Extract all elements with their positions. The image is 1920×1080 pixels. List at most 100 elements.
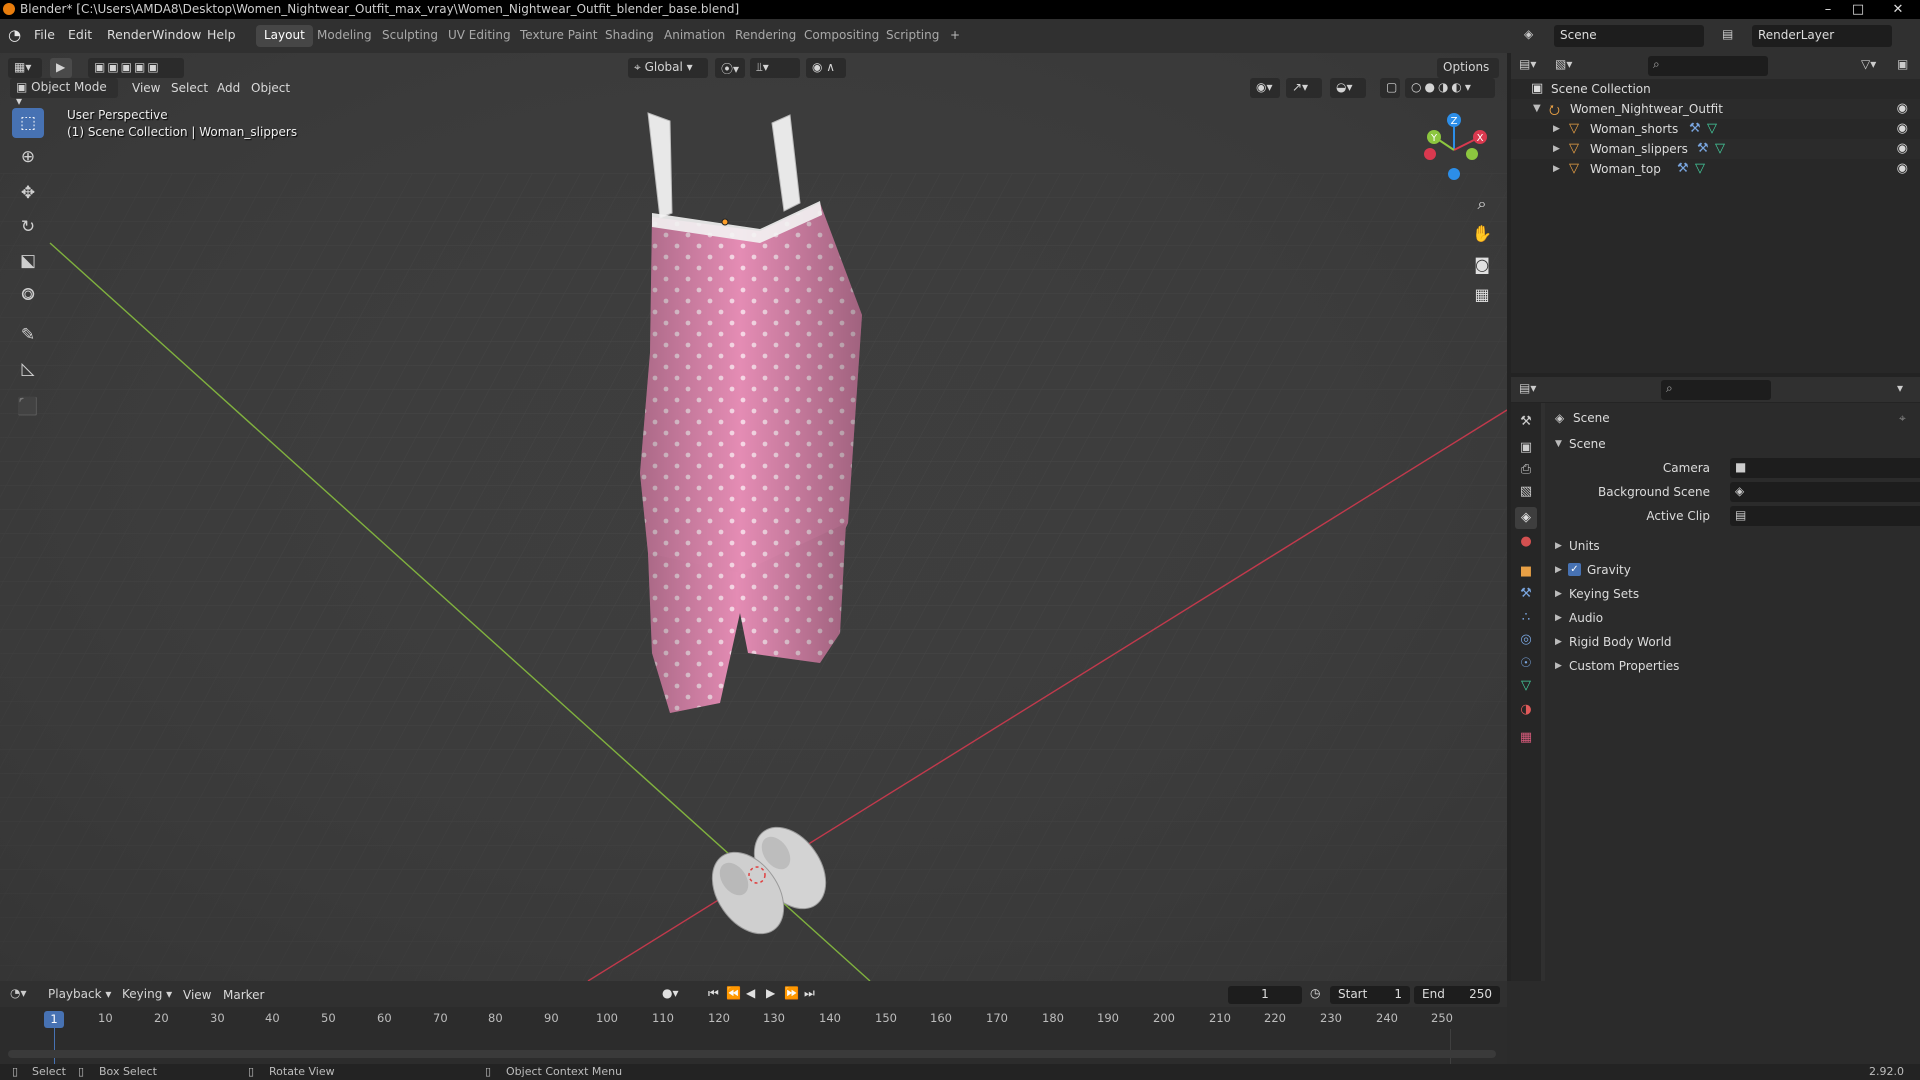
data-tab-icon[interactable]: ▽: [1515, 675, 1537, 697]
editor-type-button[interactable]: ▦▾: [8, 58, 42, 78]
gizmo-toggle-icon[interactable]: ↗▾: [1286, 78, 1322, 98]
rotate-tool-icon[interactable]: ↻: [12, 212, 44, 242]
viewport-menu-view[interactable]: View: [132, 81, 160, 95]
keying-menu[interactable]: Keying ▾: [116, 985, 179, 1005]
outliner-row-object[interactable]: ▶ ▽ Woman_slippers ⚒ ▽ ◉: [1511, 139, 1920, 159]
menu-file[interactable]: File: [34, 27, 55, 42]
play-reverse-icon[interactable]: ◀: [746, 986, 755, 1000]
scale-tool-icon[interactable]: ⬕: [12, 246, 44, 276]
outliner-row-object[interactable]: ▶ ▽ Woman_top ⚒ ▽ ◉: [1511, 159, 1920, 179]
selection-mode-icons[interactable]: ▣▣▣▣▣: [88, 58, 184, 78]
expand-arrow-icon[interactable]: ▶: [1553, 124, 1560, 134]
transform-orientation-dropdown[interactable]: ⌖ Global ▾: [628, 58, 708, 78]
view-layer-tab-icon[interactable]: ▧: [1515, 481, 1537, 503]
outliner-row-collection[interactable]: ▼ ⭮ Women_Nightwear_Outfit ◉: [1511, 99, 1920, 119]
options-dropdown[interactable]: Options ▾: [1437, 58, 1499, 88]
annotate-tool-icon[interactable]: ✎: [12, 320, 44, 350]
modifier-wrench-icon[interactable]: ⚒: [1677, 161, 1689, 176]
play-icon[interactable]: ▶: [766, 986, 775, 1000]
menu-window[interactable]: Window: [152, 27, 201, 42]
tab-layout[interactable]: Layout: [256, 25, 313, 47]
camera-field[interactable]: ■ ✎: [1730, 458, 1920, 478]
viewport-menu-select[interactable]: Select: [171, 81, 208, 95]
section-audio[interactable]: ▶ Audio: [1547, 607, 1918, 629]
expand-arrow-icon[interactable]: ▶: [1553, 164, 1560, 174]
proportional-edit-icon[interactable]: ◉ ∧: [806, 58, 846, 78]
overlays-toggle-icon[interactable]: ◒▾: [1330, 78, 1366, 98]
pivot-point-icon[interactable]: ⦿▾: [715, 58, 745, 78]
marker-menu[interactable]: Marker: [223, 988, 264, 1002]
tab-animation[interactable]: Animation: [656, 25, 733, 47]
jump-end-icon[interactable]: ⏭: [804, 986, 815, 1001]
mesh-data-icon[interactable]: ▽: [1715, 141, 1725, 156]
menu-edit[interactable]: Edit: [68, 27, 92, 42]
viewport-canvas[interactable]: [0, 53, 1507, 981]
section-keying-sets[interactable]: ▶ Keying Sets: [1547, 583, 1918, 605]
timeline-editor[interactable]: ◔▾ Playback ▾ Keying ▾ View Marker ●▾ ⏮ …: [0, 981, 1507, 1064]
playback-menu[interactable]: Playback ▾: [42, 985, 118, 1005]
tab-sculpting[interactable]: Sculpting: [374, 25, 446, 47]
current-frame-field[interactable]: 1: [1228, 986, 1302, 1004]
outliner-editor-type-icon[interactable]: ▤▾: [1519, 57, 1536, 71]
section-units[interactable]: ▶ Units: [1547, 535, 1918, 557]
render-layer-icon[interactable]: ▤: [1722, 27, 1733, 41]
object-mode-dropdown[interactable]: ▣ Object Mode ▾: [10, 78, 118, 108]
gravity-checkbox[interactable]: ✓: [1568, 563, 1581, 576]
jump-start-icon[interactable]: ⏮: [708, 986, 719, 1001]
perspective-grid-icon[interactable]: ▦: [1468, 281, 1496, 309]
3d-viewport[interactable]: ▦▾ ▶ ▣▣▣▣▣ ⌖ Global ▾ ⦿▾ ⫫▾ ◉ ∧ Options …: [0, 53, 1507, 981]
tab-compositing[interactable]: Compositing: [796, 25, 887, 47]
tab-shading[interactable]: Shading: [597, 25, 662, 47]
modifier-wrench-icon[interactable]: ⚒: [1689, 121, 1701, 136]
expand-arrow-icon[interactable]: ▶: [1553, 144, 1560, 154]
measure-tool-icon[interactable]: ◺: [12, 354, 44, 384]
blender-logo-icon[interactable]: ◔: [8, 26, 26, 44]
expand-arrow-icon[interactable]: ▼: [1533, 103, 1541, 114]
timeline-view-menu[interactable]: View: [183, 988, 211, 1002]
close-window-button[interactable]: ✕: [1880, 0, 1916, 19]
texture-tab-icon[interactable]: ▦: [1515, 727, 1537, 749]
minimize-button[interactable]: –: [1815, 0, 1841, 19]
timeline-ruler[interactable]: 10 20 30 40 50 60 70 80 90 100 110 120 1…: [0, 1007, 1507, 1029]
mesh-data-icon[interactable]: ▽: [1707, 121, 1717, 136]
xray-toggle-icon[interactable]: ▢: [1380, 78, 1400, 98]
chevron-down-icon[interactable]: ▾: [1897, 381, 1903, 395]
navigation-gizmo[interactable]: Z X Y: [1414, 110, 1494, 190]
timeline-scrollbar[interactable]: [8, 1050, 1496, 1058]
material-tab-icon[interactable]: ◑: [1515, 699, 1537, 721]
preview-range-clock-icon[interactable]: ◷: [1310, 986, 1320, 1000]
display-mode-icon[interactable]: ▧▾: [1555, 57, 1572, 71]
pin-icon[interactable]: ⌖: [1899, 411, 1906, 426]
maximize-button[interactable]: □: [1845, 0, 1871, 19]
pan-hand-icon[interactable]: ✋: [1468, 220, 1496, 248]
viewport-menu-add[interactable]: Add: [217, 81, 240, 95]
section-rigid-body-world[interactable]: ▶ Rigid Body World: [1547, 631, 1918, 653]
tab-modeling[interactable]: Modeling: [309, 25, 380, 47]
modifier-wrench-icon[interactable]: ⚒: [1697, 141, 1709, 156]
outliner-row-object[interactable]: ▶ ▽ Woman_shorts ⚒ ▽ ◉: [1511, 119, 1920, 139]
active-clip-field[interactable]: ▤: [1730, 506, 1920, 526]
timeline-editor-type-icon[interactable]: ◔▾: [10, 986, 27, 1000]
shading-mode-icons[interactable]: ○●◑◐▾: [1405, 78, 1495, 98]
output-tab-icon[interactable]: ⎙: [1515, 459, 1537, 481]
viewport-menu-object[interactable]: Object: [251, 81, 290, 95]
visibility-eye-icon[interactable]: ◉: [1897, 161, 1908, 176]
section-gravity[interactable]: ▶ ✓ Gravity: [1547, 559, 1918, 581]
object-tab-icon[interactable]: ■: [1515, 561, 1537, 583]
scene-selector[interactable]: Scene: [1554, 25, 1704, 47]
next-keyframe-icon[interactable]: ⏩: [784, 986, 799, 1000]
properties-editor-type-icon[interactable]: ▤▾: [1519, 381, 1536, 395]
render-layer-selector[interactable]: RenderLayer: [1752, 25, 1892, 47]
menu-render[interactable]: Render: [107, 27, 152, 42]
outliner-search-input[interactable]: ⌕: [1648, 56, 1768, 76]
start-frame-field[interactable]: Start 1: [1330, 986, 1410, 1004]
select-box-tool-icon[interactable]: ⬚: [12, 108, 44, 138]
mesh-data-icon[interactable]: ▽: [1695, 161, 1705, 176]
panel-header-scene[interactable]: ▼ Scene: [1545, 433, 1920, 455]
background-scene-field[interactable]: ◈: [1730, 482, 1920, 502]
visibility-eye-icon[interactable]: ◉: [1897, 101, 1908, 116]
end-frame-field[interactable]: End 250: [1414, 986, 1500, 1004]
properties-search-input[interactable]: ⌕: [1661, 380, 1771, 400]
outliner-row-scene-collection[interactable]: ▣ Scene Collection: [1511, 79, 1920, 99]
tab-uv-editing[interactable]: UV Editing: [440, 25, 519, 47]
